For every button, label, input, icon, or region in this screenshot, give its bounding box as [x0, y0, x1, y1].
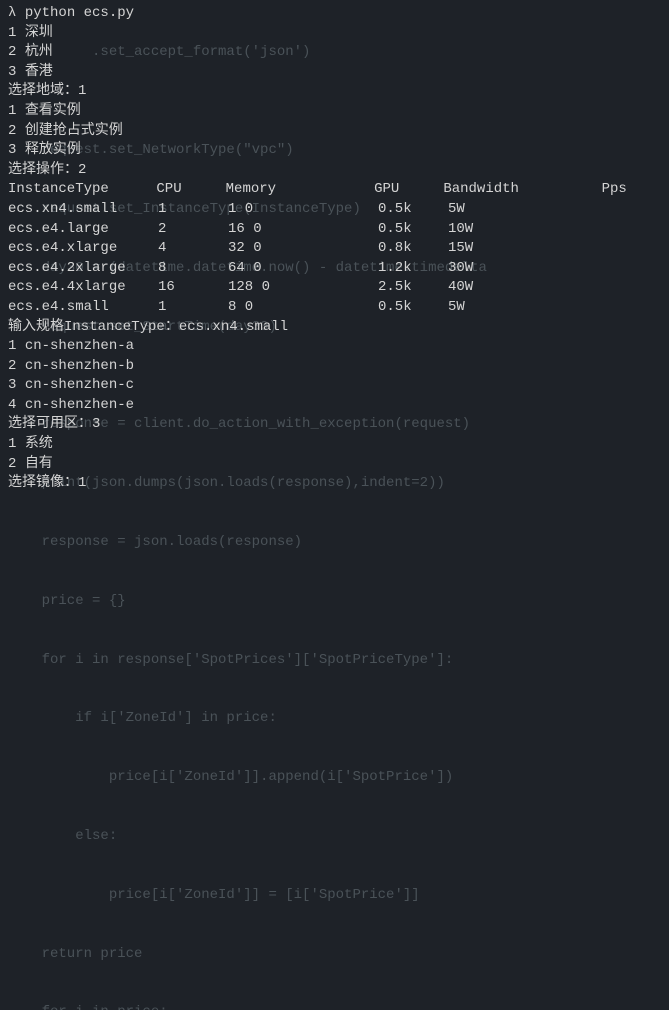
- cell-memory: 1 0: [228, 200, 378, 220]
- header-pps: Pps: [602, 180, 661, 200]
- cell-bandwidth: 30W: [448, 259, 608, 279]
- cell-gpu: 2.5k: [378, 278, 448, 298]
- prompt-symbol: λ: [8, 5, 16, 21]
- command-text: python ecs.py: [25, 5, 134, 21]
- zone-option: 2 cn-shenzhen-b: [8, 357, 661, 377]
- region-option: 3 香港: [8, 63, 661, 83]
- table-row: ecs.xn4.small11 00.5k5W: [8, 200, 661, 220]
- cell-bandwidth: 10W: [448, 220, 608, 240]
- table-row: ecs.e4.small18 00.5k5W: [8, 298, 661, 318]
- header-cpu: CPU: [156, 180, 225, 200]
- cell-memory: 8 0: [228, 298, 378, 318]
- header-type: InstanceType: [8, 180, 156, 200]
- cell-memory: 64 0: [228, 259, 378, 279]
- operation-prompt: 选择操作：2: [8, 161, 661, 181]
- table-row: ecs.e4.4xlarge16128 02.5k40W: [8, 278, 661, 298]
- cell-cpu: 2: [158, 220, 228, 240]
- region-option: 1 深圳: [8, 24, 661, 44]
- image-prompt: 选择镜像：1: [8, 474, 661, 494]
- cell-memory: 16 0: [228, 220, 378, 240]
- cell-instance-type: ecs.e4.large: [8, 220, 158, 240]
- cell-gpu: 1.2k: [378, 259, 448, 279]
- cell-gpu: 0.5k: [378, 200, 448, 220]
- table-row: ecs.e4.2xlarge864 01.2k30W: [8, 259, 661, 279]
- header-memory: Memory: [226, 180, 374, 200]
- cell-cpu: 1: [158, 298, 228, 318]
- cell-gpu: 0.5k: [378, 220, 448, 240]
- table-row: ecs.e4.xlarge432 00.8k15W: [8, 239, 661, 259]
- zone-option: 3 cn-shenzhen-c: [8, 376, 661, 396]
- operation-option: 3 释放实例: [8, 141, 661, 161]
- command-line: λ python ecs.py: [8, 4, 661, 24]
- region-option: 2 杭州: [8, 43, 661, 63]
- cell-bandwidth: 15W: [448, 239, 608, 259]
- image-option: 2 自有: [8, 455, 661, 475]
- cell-instance-type: ecs.e4.4xlarge: [8, 278, 158, 298]
- cell-cpu: 1: [158, 200, 228, 220]
- cell-gpu: 0.8k: [378, 239, 448, 259]
- cell-memory: 128 0: [228, 278, 378, 298]
- zone-option: 4 cn-shenzhen-e: [8, 396, 661, 416]
- operation-option: 1 查看实例: [8, 102, 661, 122]
- cell-cpu: 16: [158, 278, 228, 298]
- cell-cpu: 4: [158, 239, 228, 259]
- header-bandwidth: Bandwidth: [443, 180, 601, 200]
- table-row: ecs.e4.large216 00.5k10W: [8, 220, 661, 240]
- cell-memory: 32 0: [228, 239, 378, 259]
- cell-bandwidth: 5W: [448, 298, 608, 318]
- image-option: 1 系统: [8, 435, 661, 455]
- zone-option: 1 cn-shenzhen-a: [8, 337, 661, 357]
- cell-bandwidth: 5W: [448, 200, 608, 220]
- table-header: InstanceTypeCPUMemoryGPUBandwidthPps: [8, 180, 661, 200]
- header-gpu: GPU: [374, 180, 443, 200]
- cell-gpu: 0.5k: [378, 298, 448, 318]
- cell-bandwidth: 40W: [448, 278, 608, 298]
- cell-cpu: 8: [158, 259, 228, 279]
- region-prompt: 选择地域：1: [8, 82, 661, 102]
- instance-type-prompt: 输入规格InstanceType：ecs.xn4.small: [8, 318, 661, 338]
- cell-instance-type: ecs.e4.small: [8, 298, 158, 318]
- cell-instance-type: ecs.e4.2xlarge: [8, 259, 158, 279]
- terminal-output: λ python ecs.py 1 深圳 2 杭州 3 香港 选择地域：1 1 …: [8, 4, 661, 494]
- operation-option: 2 创建抢占式实例: [8, 122, 661, 142]
- cell-instance-type: ecs.e4.xlarge: [8, 239, 158, 259]
- zone-prompt: 选择可用区：3: [8, 415, 661, 435]
- cell-instance-type: ecs.xn4.small: [8, 200, 158, 220]
